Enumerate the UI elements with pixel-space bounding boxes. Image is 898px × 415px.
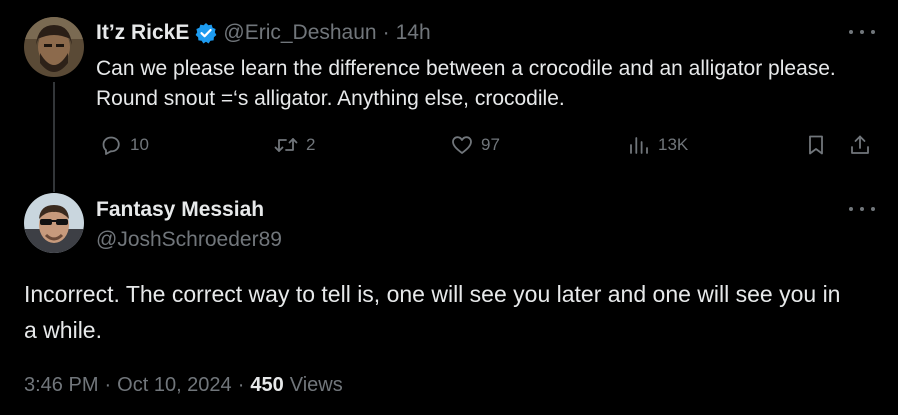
- repost-count: 2: [306, 135, 316, 154]
- parent-action-bar: 10 2 97 13K: [96, 131, 876, 159]
- bookmark-icon: [804, 133, 828, 157]
- reply-count: 10: [130, 135, 149, 154]
- parent-tweet-header: It’z RickE @Eric_Deshaun · 14h: [96, 20, 431, 46]
- header-separator: ·: [382, 21, 390, 44]
- reply-button[interactable]: 10: [99, 131, 149, 159]
- repost-button[interactable]: 2: [273, 131, 315, 159]
- reply-date[interactable]: Oct 10, 2024: [117, 374, 232, 397]
- bookmark-button[interactable]: [804, 131, 828, 159]
- heart-icon: [450, 133, 474, 157]
- parent-author-name[interactable]: It’z RickE: [96, 21, 189, 45]
- parent-tweet-text: Can we please learn the difference betwe…: [96, 57, 836, 110]
- thread-connector-line: [53, 82, 55, 192]
- parent-author-handle[interactable]: @Eric_Deshaun: [223, 21, 376, 45]
- views-button[interactable]: 13K: [627, 131, 688, 159]
- reply-time[interactable]: 3:46 PM: [24, 374, 98, 397]
- reply-views-count: 450: [250, 373, 284, 396]
- meta-separator: ·: [104, 373, 112, 396]
- repost-icon: [273, 133, 299, 157]
- share-icon: [848, 133, 872, 157]
- like-count: 97: [481, 135, 500, 154]
- reply-more-options-icon[interactable]: [849, 205, 875, 213]
- verified-badge-icon: [195, 22, 217, 44]
- parent-author-avatar[interactable]: [24, 17, 84, 77]
- parent-timestamp[interactable]: 14h: [396, 21, 431, 45]
- reply-author-handle[interactable]: @JoshSchroeder89: [96, 226, 282, 254]
- like-button[interactable]: 97: [450, 131, 500, 159]
- share-button[interactable]: [848, 131, 872, 159]
- reply-author-name[interactable]: Fantasy Messiah: [96, 196, 264, 224]
- meta-separator-2: ·: [237, 373, 245, 396]
- reply-author-avatar[interactable]: [24, 193, 84, 253]
- reply-meta-line: 3:46 PM · Oct 10, 2024 · 450 Views: [24, 370, 343, 400]
- analytics-bar-icon: [627, 133, 651, 157]
- more-options-icon[interactable]: [849, 28, 875, 36]
- reply-tweet-text: Incorrect. The correct way to tell is, o…: [24, 281, 841, 343]
- reply-icon: [99, 133, 123, 157]
- view-count: 13K: [658, 135, 689, 154]
- reply-views-label: Views: [289, 373, 343, 396]
